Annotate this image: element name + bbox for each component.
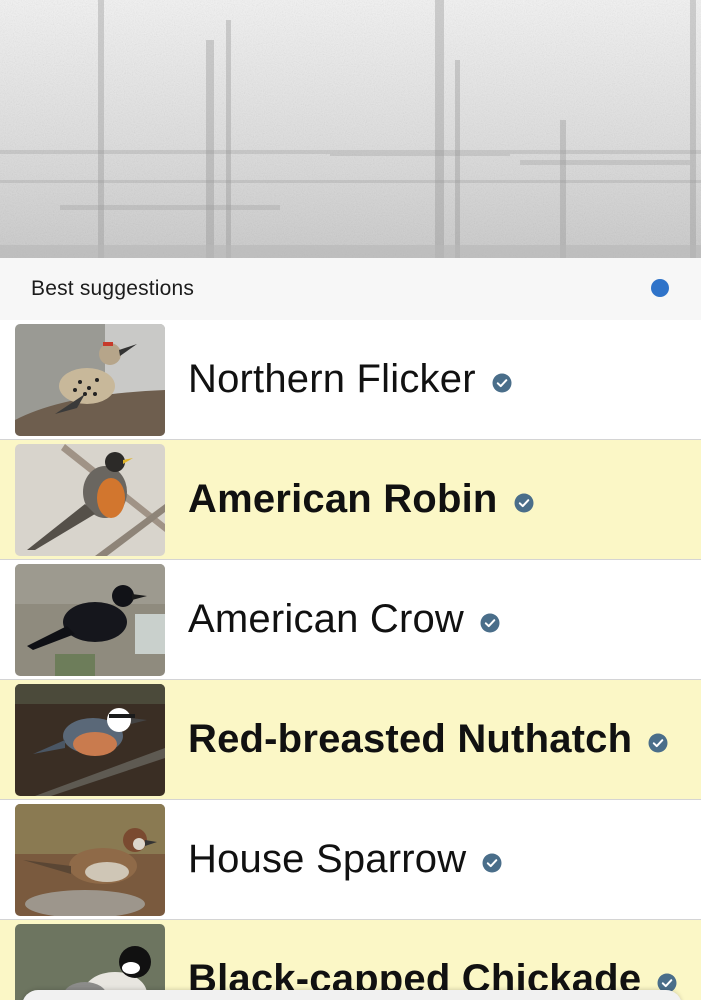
- sound-id-screen: Best suggestions Northern Flicker Americ…: [0, 0, 701, 1000]
- verified-check-icon: [492, 373, 512, 393]
- bird-photo-house-sparrow: [15, 804, 165, 916]
- bird-photo-american-crow: [15, 564, 165, 676]
- bottom-sheet-handle[interactable]: [22, 990, 682, 1000]
- bird-photo-red-breasted-nuthatch: [15, 684, 165, 796]
- bird-photo-american-robin: [15, 444, 165, 556]
- suggestions-header: Best suggestions: [0, 258, 701, 320]
- suggestion-row[interactable]: House Sparrow: [0, 800, 701, 920]
- status-dot-icon: [651, 279, 669, 297]
- bird-photo-northern-flicker: [15, 324, 165, 436]
- species-name: Red-breasted Nuthatch: [188, 717, 633, 761]
- suggestion-row[interactable]: Northern Flicker: [0, 320, 701, 440]
- species-name: American Crow: [188, 597, 464, 641]
- section-title: Best suggestions: [31, 277, 195, 300]
- bird-photo-black-capped-chickadee: [15, 924, 165, 1000]
- verified-check-icon: [482, 853, 502, 873]
- suggestion-row[interactable]: Black-capped Chickade: [0, 920, 701, 1000]
- verified-check-icon: [514, 493, 534, 513]
- suggestion-list: Northern Flicker American Robin American…: [0, 320, 701, 1000]
- species-name: House Sparrow: [188, 837, 467, 881]
- suggestion-row[interactable]: American Robin: [0, 440, 701, 560]
- verified-check-icon: [648, 733, 668, 753]
- species-name: American Robin: [188, 477, 498, 521]
- verified-check-icon: [480, 613, 500, 633]
- species-name: Northern Flicker: [188, 357, 476, 401]
- spectrogram: [0, 0, 701, 258]
- suggestion-row[interactable]: Red-breasted Nuthatch: [0, 680, 701, 800]
- suggestion-row[interactable]: American Crow: [0, 560, 701, 680]
